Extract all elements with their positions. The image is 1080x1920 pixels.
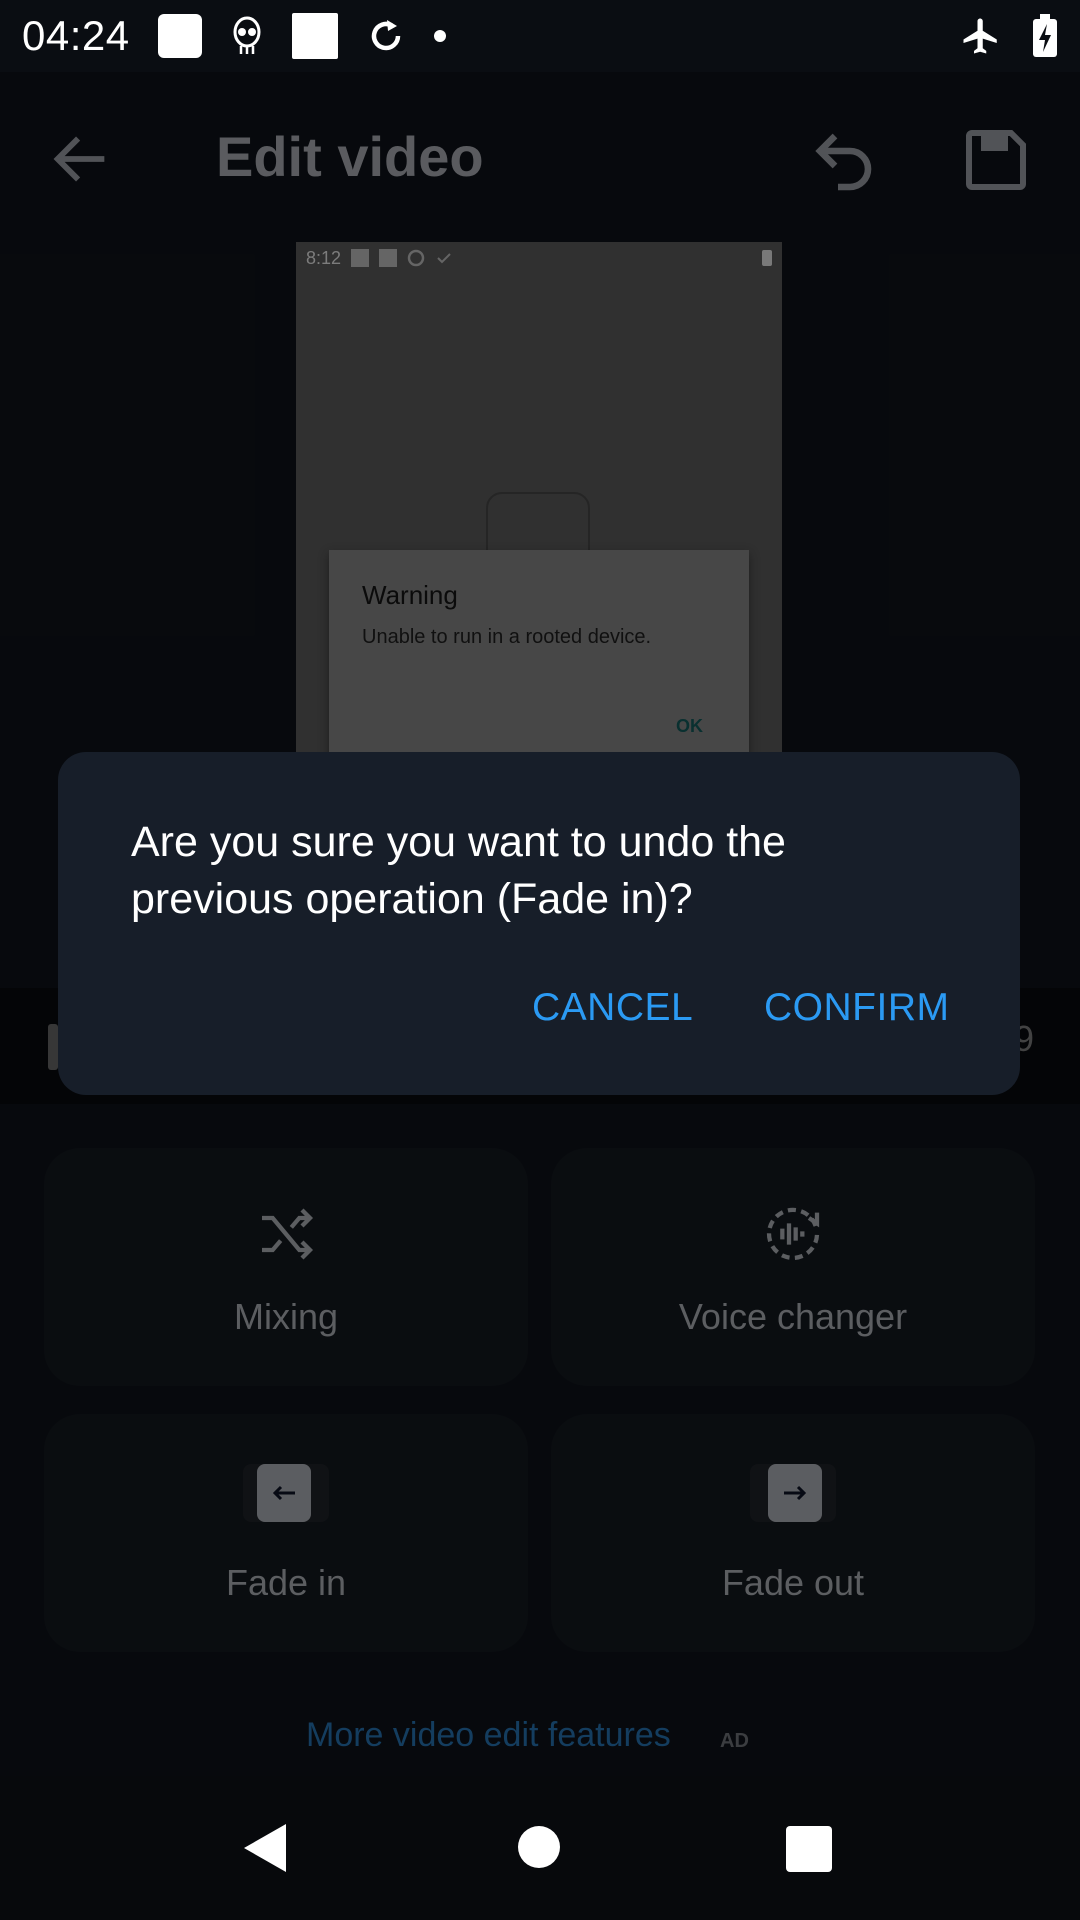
nav-bar	[0, 1776, 1080, 1920]
status-time: 04:24	[22, 12, 130, 59]
alien-icon	[233, 16, 261, 54]
status-icons-left	[157, 13, 446, 59]
cancel-button[interactable]: CANCEL	[532, 986, 693, 1030]
battery-charging-icon	[1033, 14, 1057, 57]
square-notification-icon	[291, 13, 338, 59]
home-circle-icon[interactable]	[518, 1826, 560, 1868]
confirm-button[interactable]: CONFIRM	[764, 986, 949, 1030]
dot-icon	[433, 30, 446, 42]
status-bar: 04:24	[0, 0, 1080, 72]
dialog-message: Are you sure you want to undo the previo…	[131, 818, 786, 923]
airplane-mode-icon	[963, 18, 997, 54]
status-icons-right	[960, 14, 1058, 58]
square-notification-icon	[157, 14, 202, 58]
back-triangle-icon[interactable]	[242, 1822, 288, 1874]
undo-confirm-dialog: Are you sure you want to undo the previo…	[58, 752, 1020, 1095]
recents-square-icon[interactable]	[786, 1826, 832, 1872]
screen: 04:24 Edit video 8:12 Warning Unable to …	[0, 0, 1080, 1920]
sync-icon	[371, 20, 400, 51]
